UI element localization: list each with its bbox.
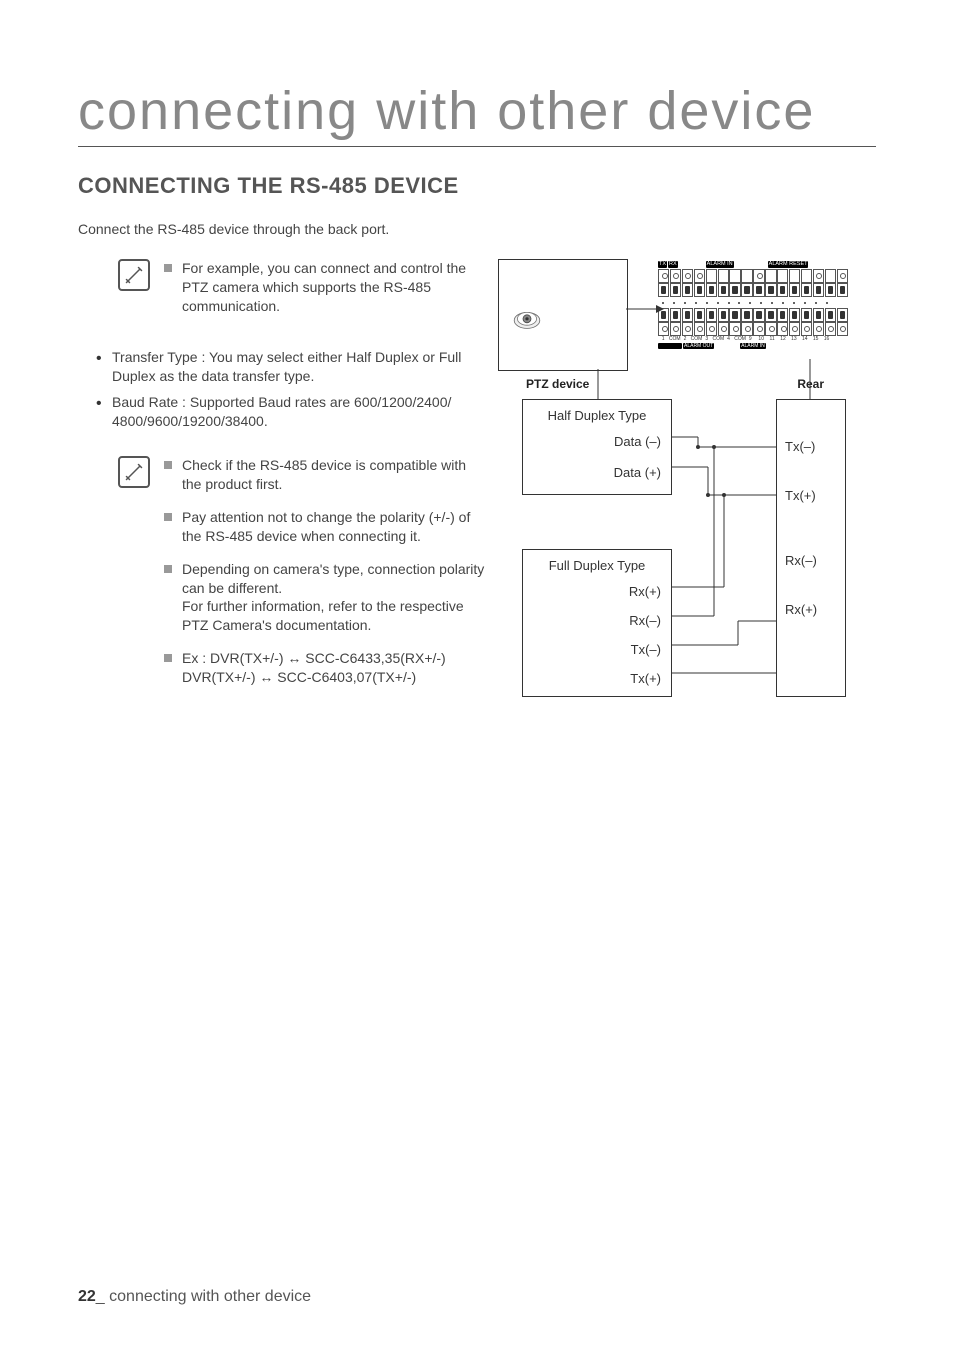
signal-label: Rx(–) xyxy=(785,554,837,567)
bullet-item: Transfer Type : You may select either Ha… xyxy=(78,348,488,387)
square-bullet-icon xyxy=(164,461,172,469)
diagram-column: PTZ device TX RX ALARM IN ALARM RESET xyxy=(498,259,876,709)
page-footer: 22_ connecting with other device xyxy=(78,1288,311,1306)
note-item: Ex : DVR(TX+/-) ↔ SCC-C6433,35(RX+/-) DV… xyxy=(164,649,488,687)
note-item: Depending on camera's type, connection p… xyxy=(164,560,488,636)
square-bullet-icon xyxy=(164,513,172,521)
note-text: Ex : DVR(TX+/-) ↔ SCC-C6433,35(RX+/-) DV… xyxy=(182,649,446,687)
bullet-item: Baud Rate : Supported Baud rates are 600… xyxy=(78,393,488,432)
footer-sep: _ xyxy=(96,1288,105,1305)
half-duplex-box: Half Duplex Type Data (–) Data (+) xyxy=(522,399,672,495)
note-text: Check if the RS-485 device is compatible… xyxy=(182,456,488,494)
bullet-list: Transfer Type : You may select either Ha… xyxy=(78,348,488,432)
terminal-bottom-labels: ALARM OUT ALARM IN xyxy=(658,343,848,349)
rear-terminal-block: TX RX ALARM IN ALARM RESET xyxy=(658,259,848,359)
half-duplex-title: Half Duplex Type xyxy=(533,408,661,423)
text-column: For example, you can connect and control… xyxy=(78,259,498,719)
signal-label: Tx(+) xyxy=(785,489,837,502)
note-icon xyxy=(118,259,150,291)
terminal-dots xyxy=(658,301,848,304)
square-bullet-icon xyxy=(164,565,172,573)
note-block-2: Check if the RS-485 device is compatible… xyxy=(78,456,488,701)
full-duplex-title: Full Duplex Type xyxy=(533,558,661,573)
signal-label: Rx(–) xyxy=(533,614,661,627)
note-item: Pay attention not to change the polarity… xyxy=(164,508,488,546)
dome-camera-icon xyxy=(511,298,543,330)
rear-signals-box: Tx(–) Tx(+) Rx(–) Rx(+) xyxy=(776,399,846,697)
terminal-top-row xyxy=(658,269,848,283)
signal-label: Rx(+) xyxy=(785,603,837,616)
note-icon xyxy=(118,456,150,488)
connection-diagram: PTZ device TX RX ALARM IN ALARM RESET xyxy=(498,259,868,709)
note-text: Depending on camera's type, connection p… xyxy=(182,560,488,636)
ptz-device-box xyxy=(498,259,628,371)
chapter-title: connecting with other device xyxy=(78,80,876,147)
note-block-1: For example, you can connect and control… xyxy=(78,259,488,330)
signal-label: Rx(+) xyxy=(533,585,661,598)
note-text: For example, you can connect and control… xyxy=(182,259,488,316)
page-number: 22 xyxy=(78,1288,96,1305)
note-item: Check if the RS-485 device is compatible… xyxy=(164,456,488,494)
note-text: Pay attention not to change the polarity… xyxy=(182,508,488,546)
terminal-bottom-nums: 1COM 2COM 3COM 4COM 910 1112 1314 1516 xyxy=(658,336,848,342)
square-bullet-icon xyxy=(164,264,172,272)
square-bullet-icon xyxy=(164,654,172,662)
terminal-top-labels: TX RX ALARM IN ALARM RESET xyxy=(658,259,848,268)
signal-label: Tx(–) xyxy=(785,440,837,453)
signal-label: Tx(–) xyxy=(533,643,661,656)
signal-label: Tx(+) xyxy=(533,672,661,685)
intro-text: Connect the RS-485 device through the ba… xyxy=(78,221,876,237)
section-title: CONNECTING THE RS-485 DEVICE xyxy=(78,173,876,199)
rear-label: Rear xyxy=(797,377,824,391)
signal-label: Data (+) xyxy=(533,466,661,479)
ptz-label: PTZ device xyxy=(526,377,589,391)
note-item: For example, you can connect and control… xyxy=(164,259,488,316)
footer-chapter: connecting with other device xyxy=(109,1288,311,1305)
signal-label: Data (–) xyxy=(533,435,661,448)
full-duplex-box: Full Duplex Type Rx(+) Rx(–) Tx(–) Tx(+) xyxy=(522,549,672,697)
